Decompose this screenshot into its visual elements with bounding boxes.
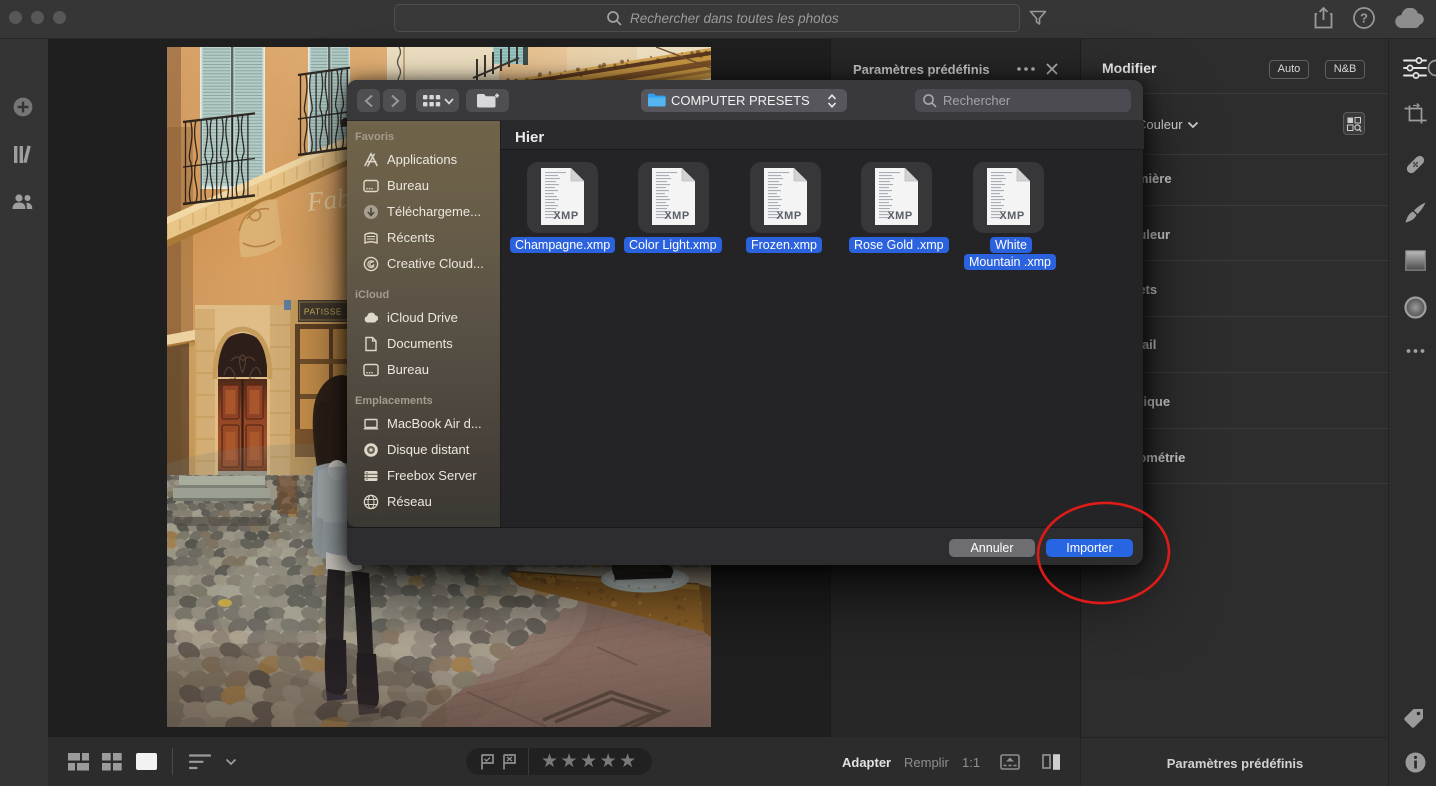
svg-text:?: ? (1360, 11, 1368, 26)
